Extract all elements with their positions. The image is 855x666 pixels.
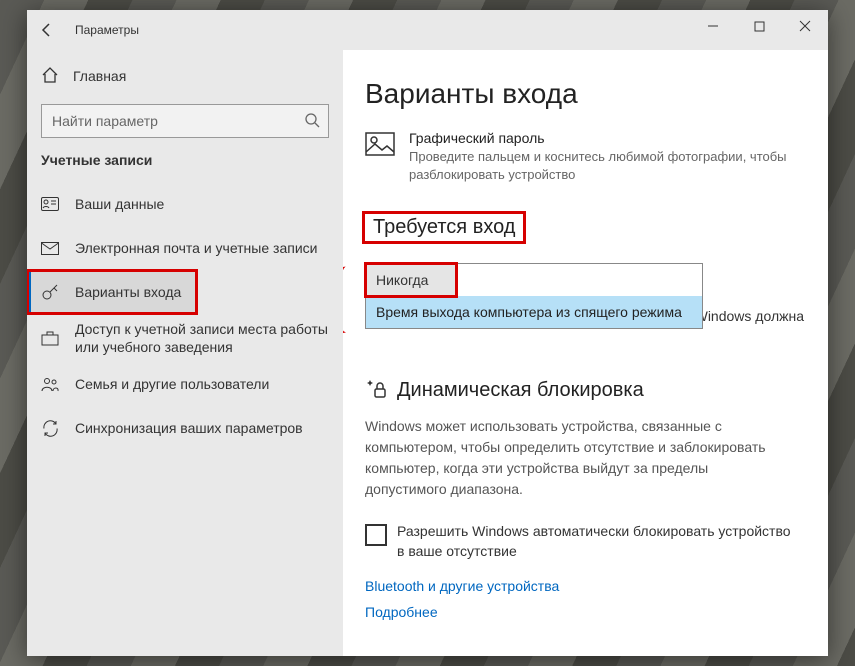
search-icon bbox=[304, 112, 320, 131]
picture-icon bbox=[365, 132, 395, 156]
settings-window: Параметры Главная bbox=[27, 10, 828, 656]
checkbox[interactable] bbox=[365, 524, 387, 546]
sidebar-item-label: Ваши данные bbox=[75, 195, 164, 213]
dynamic-lock-heading: Динамическая блокировка bbox=[397, 379, 644, 402]
main-content: Варианты входа Графический пароль Провед… bbox=[343, 50, 828, 656]
require-signin-heading: Требуется вход bbox=[365, 214, 523, 241]
link-more[interactable]: Подробнее bbox=[365, 604, 438, 620]
dropdown-option-sleep[interactable]: Время выхода компьютера из спящего режим… bbox=[366, 296, 702, 328]
sidebar-item-your-info[interactable]: Ваши данные bbox=[27, 182, 343, 226]
sidebar-item-signin-options[interactable]: Варианты входа bbox=[27, 270, 197, 314]
sidebar-home-label: Главная bbox=[73, 68, 126, 84]
close-button[interactable] bbox=[782, 10, 828, 42]
back-button[interactable] bbox=[27, 10, 67, 50]
sidebar-home[interactable]: Главная bbox=[27, 56, 343, 96]
search-input[interactable] bbox=[50, 112, 304, 130]
sidebar-item-family[interactable]: Семья и другие пользователи bbox=[27, 362, 343, 406]
sidebar-item-label: Варианты входа bbox=[75, 283, 181, 301]
sidebar-item-label: Электронная почта и учетные записи bbox=[75, 239, 317, 257]
option-desc: Проведите пальцем и коснитесь любимой фо… bbox=[409, 148, 799, 184]
minimize-button[interactable] bbox=[690, 10, 736, 42]
dropdown-option-never[interactable]: Никогда bbox=[366, 264, 456, 296]
sidebar-item-label: Синхронизация ваших параметров bbox=[75, 419, 303, 437]
home-icon bbox=[41, 67, 59, 86]
sparkle-lock-icon bbox=[365, 379, 387, 402]
search-box[interactable] bbox=[41, 104, 329, 138]
mail-icon bbox=[41, 242, 59, 255]
option-title: Графический пароль bbox=[409, 130, 799, 146]
require-signin-dropdown[interactable]: Никогда Время выхода компьютера из спяще… bbox=[365, 263, 703, 329]
briefcase-icon bbox=[41, 331, 59, 346]
sidebar: Главная Учетные записи Ваши данн bbox=[27, 50, 343, 656]
titlebar: Параметры bbox=[27, 10, 828, 50]
sidebar-item-email[interactable]: Электронная почта и учетные записи bbox=[27, 226, 343, 270]
key-icon bbox=[41, 283, 59, 301]
sidebar-section-label: Учетные записи bbox=[27, 152, 343, 182]
window-title: Параметры bbox=[75, 23, 139, 37]
sidebar-item-label: Доступ к учетной записи места работы или… bbox=[75, 320, 329, 356]
link-bluetooth[interactable]: Bluetooth и другие устройства bbox=[365, 578, 559, 594]
sidebar-item-label: Семья и другие пользователи bbox=[75, 375, 269, 393]
people-icon bbox=[41, 377, 59, 392]
page-title: Варианты входа bbox=[365, 78, 806, 110]
sidebar-item-sync[interactable]: Синхронизация ваших параметров bbox=[27, 406, 343, 450]
dynamic-lock-desc: Windows может использовать устройства, с… bbox=[365, 416, 785, 500]
checkbox-label: Разрешить Windows автоматически блокиров… bbox=[397, 522, 797, 561]
maximize-button[interactable] bbox=[736, 10, 782, 42]
require-signin-hint-tail: Windows должна bbox=[695, 308, 804, 324]
id-card-icon bbox=[41, 197, 59, 211]
sidebar-item-work-access[interactable]: Доступ к учетной записи места работы или… bbox=[27, 314, 343, 362]
sync-icon bbox=[41, 420, 59, 437]
dynamic-lock-checkbox-row[interactable]: Разрешить Windows автоматически блокиров… bbox=[365, 522, 806, 561]
option-picture-password[interactable]: Графический пароль Проведите пальцем и к… bbox=[365, 130, 806, 184]
